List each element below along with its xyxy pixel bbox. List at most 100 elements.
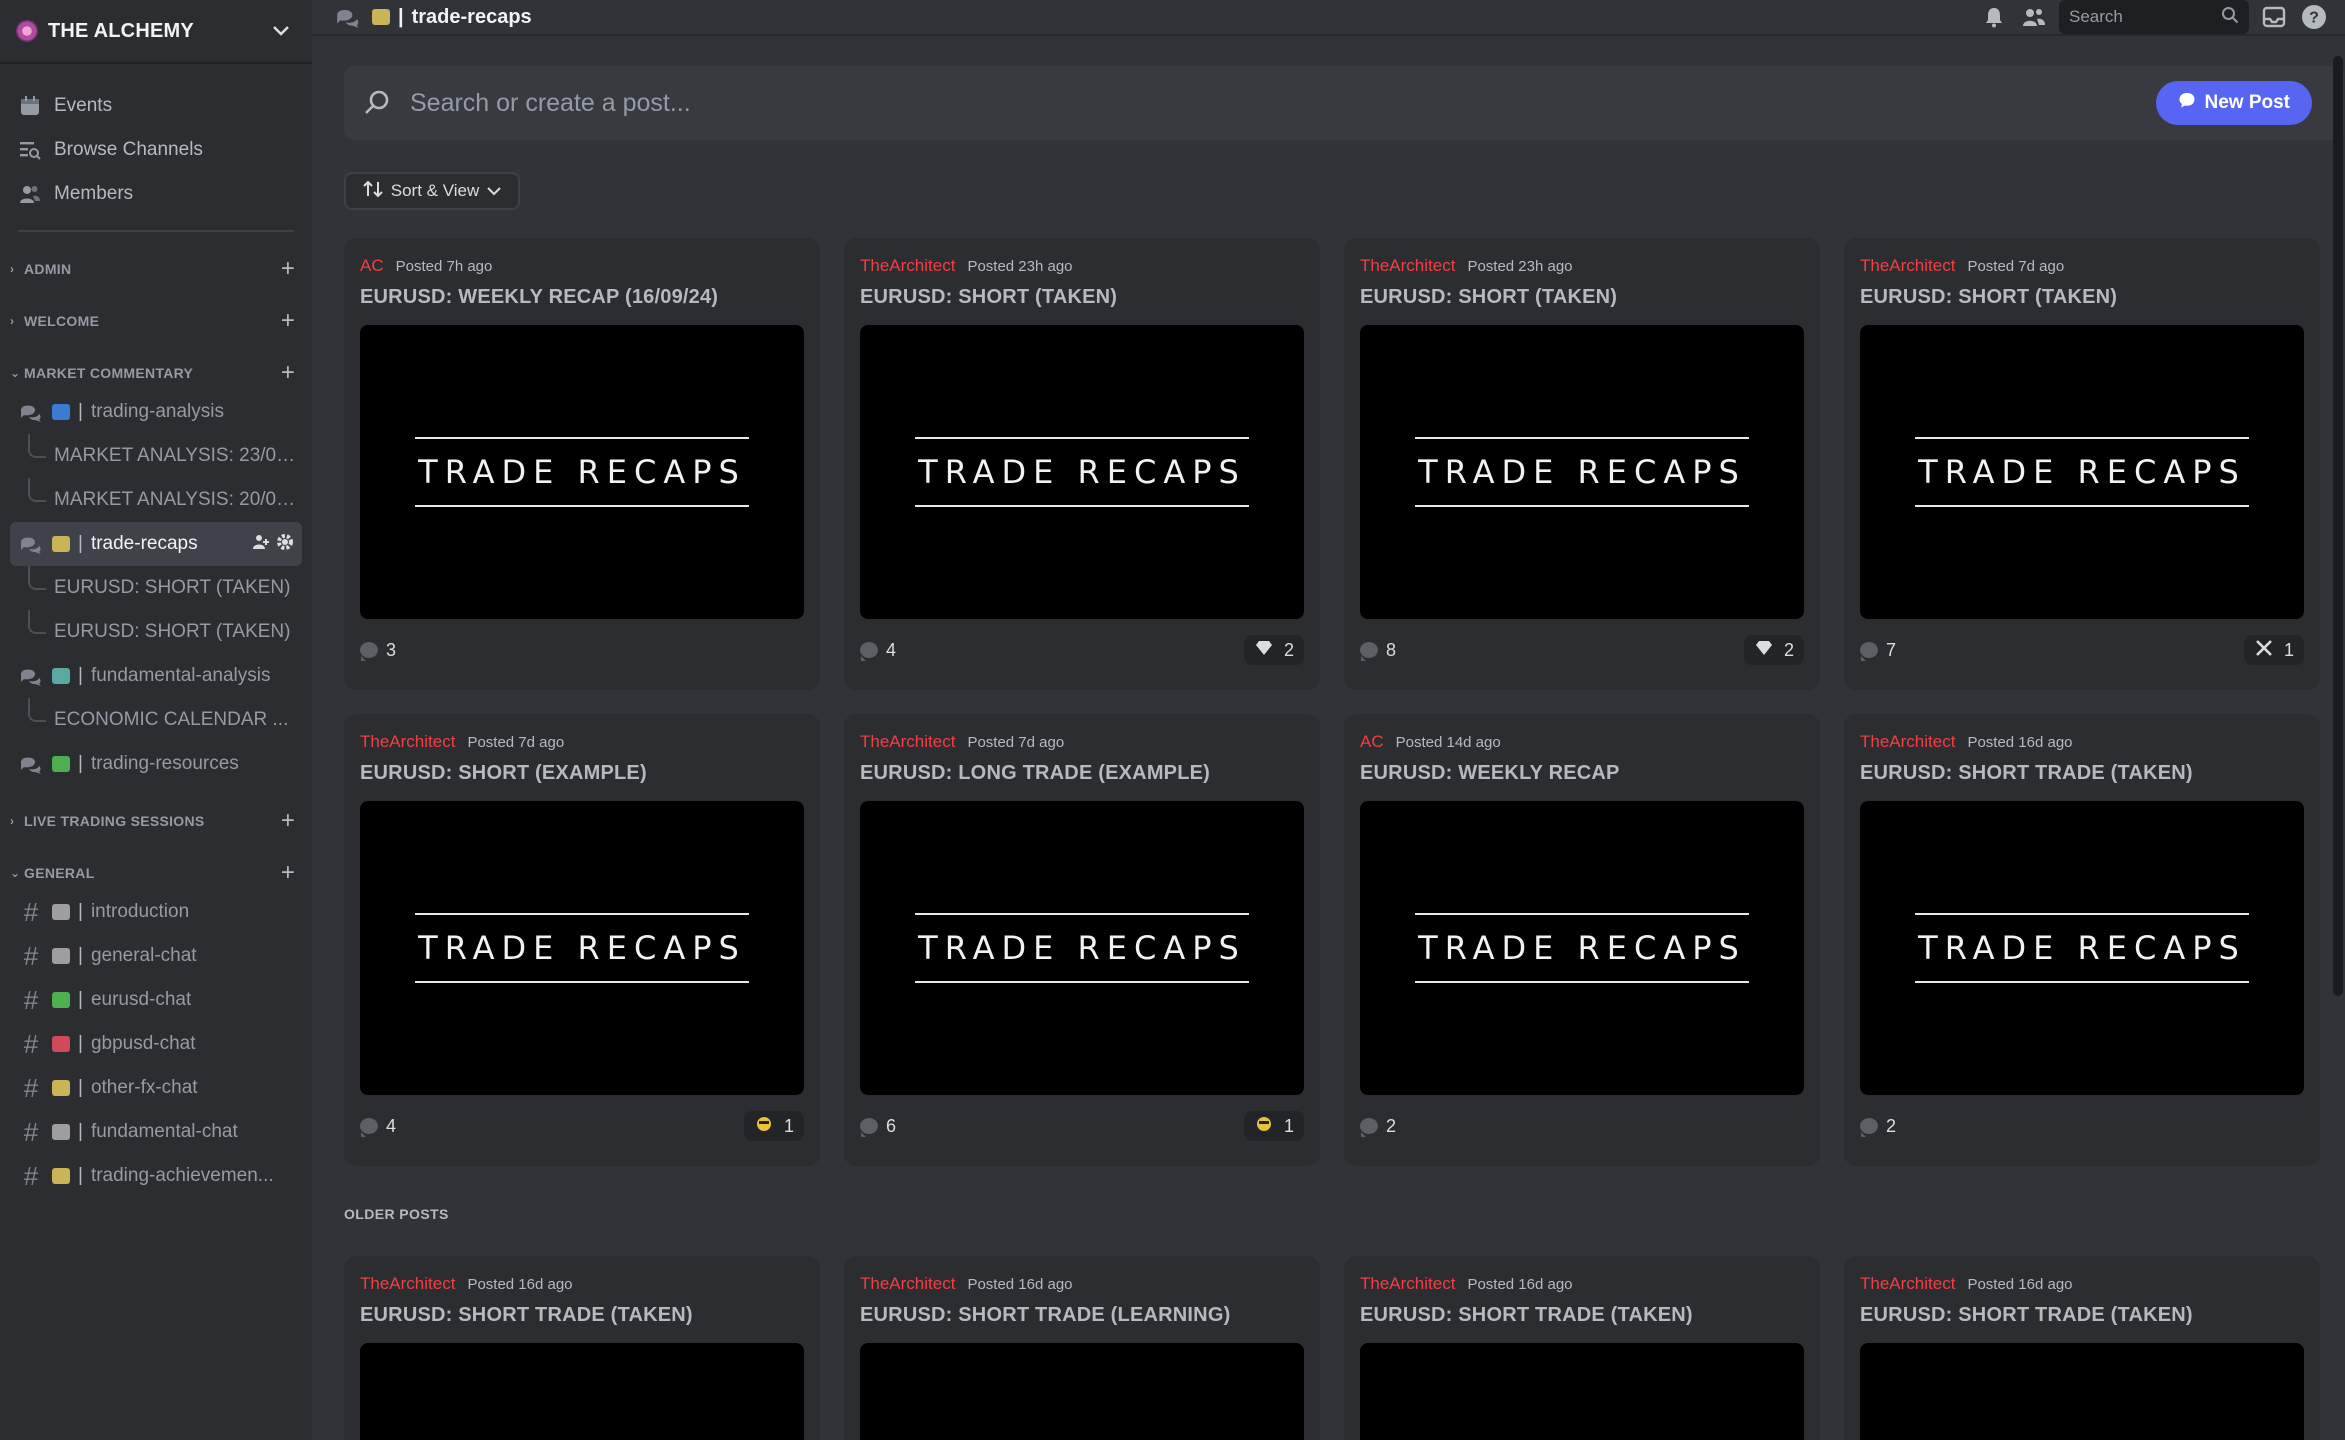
add-member-icon[interactable] [252, 533, 270, 556]
channel-gbpusd-chat[interactable]: # | gbpusd-chat [10, 1022, 302, 1066]
channel-trading-resources[interactable]: | trading-resources [10, 742, 302, 786]
chart-emoji-icon [52, 404, 70, 420]
gear-icon[interactable] [276, 533, 294, 556]
category-general[interactable]: ⌄ GENERAL + [10, 856, 302, 890]
add-channel-icon[interactable]: + [274, 859, 302, 887]
channel-general-chat[interactable]: # | general-chat [10, 934, 302, 978]
post-time: Posted 16d ago [1967, 734, 2073, 751]
post-card[interactable]: TheArchitect Posted 23h ago EURUSD: SHOR… [844, 238, 1320, 690]
add-channel-icon[interactable]: + [274, 255, 302, 283]
inbox-icon[interactable] [2259, 2, 2289, 32]
category-market-commentary[interactable]: ⌄ MARKET COMMENTARY + [10, 356, 302, 390]
reaction-button[interactable]: 1 [1243, 1111, 1304, 1141]
thumbnail-text: TRADE RECAPS [1415, 437, 1749, 507]
post-card[interactable]: AC Posted 7h ago EURUSD: WEEKLY RECAP (1… [344, 238, 820, 690]
post-card[interactable]: TheArchitect Posted 16d ago EURUSD: SHOR… [844, 1256, 1320, 1440]
comment-count-value: 4 [886, 639, 897, 660]
channel-introduction[interactable]: # | introduction [10, 890, 302, 934]
post-card[interactable]: TheArchitect Posted 16d ago EURUSD: SHOR… [1344, 1256, 1820, 1440]
post-author[interactable]: TheArchitect [1360, 1274, 1455, 1294]
comment-count: 3 [360, 640, 396, 661]
channel-name: introduction [90, 901, 190, 922]
post-author[interactable]: TheArchitect [860, 256, 955, 276]
calendar-icon [18, 94, 42, 118]
bell-icon[interactable] [1979, 2, 2009, 32]
post-card[interactable]: TheArchitect Posted 16d ago EURUSD: SHOR… [344, 1256, 820, 1440]
thread-item[interactable]: MARKET ANALYSIS: 23/09/24 [10, 434, 302, 478]
scrollbar-thumb[interactable] [2333, 56, 2343, 996]
channel-trading-achievements[interactable]: # | trading-achievemen... [10, 1154, 302, 1198]
chevron-down-icon[interactable] [272, 21, 290, 42]
post-author[interactable]: TheArchitect [1360, 256, 1455, 276]
sidebar-item-label: Members [54, 183, 134, 204]
post-card[interactable]: TheArchitect Posted 23h ago EURUSD: SHOR… [1344, 238, 1820, 690]
sidebar-item-members[interactable]: Members [10, 172, 302, 216]
sidebar-item-browse-channels[interactable]: Browse Channels [10, 128, 302, 172]
sidebar-scroll[interactable]: Events Browse Channels Members › ADMIN + [0, 64, 312, 1198]
post-author[interactable]: TheArchitect [1860, 732, 1955, 752]
money-emoji-icon [52, 1080, 70, 1096]
post-author[interactable]: TheArchitect [1860, 1274, 1955, 1294]
post-search-input[interactable]: Search or create a post... New Post [344, 66, 2344, 140]
post-card[interactable]: TheArchitect Posted 7d ago EURUSD: SHORT… [1844, 238, 2320, 690]
post-author[interactable]: TheArchitect [360, 732, 455, 752]
help-icon[interactable]: ? [2299, 2, 2329, 32]
category-welcome[interactable]: › WELCOME + [10, 304, 302, 338]
post-card[interactable]: TheArchitect Posted 7d ago EURUSD: SHORT… [344, 714, 820, 1166]
forum-icon [334, 3, 362, 31]
hash-icon: # [23, 984, 39, 1015]
header-search-input[interactable]: Search [2059, 0, 2249, 34]
sidebar-item-label: Browse Channels [54, 139, 203, 160]
post-card[interactable]: TheArchitect Posted 16d ago EURUSD: SHOR… [1844, 714, 2320, 1166]
comment-count: 2 [1360, 1116, 1396, 1137]
face-emoji-icon [754, 1115, 774, 1138]
channel-fundamental-analysis[interactable]: | fundamental-analysis [10, 654, 302, 698]
channel-fundamental-chat[interactable]: # | fundamental-chat [10, 1110, 302, 1154]
post-time: Posted 23h ago [1467, 258, 1573, 275]
chat-bubble-icon [2178, 91, 2196, 115]
members-list-icon[interactable] [2019, 2, 2049, 32]
reaction-button[interactable]: 1 [743, 1111, 804, 1141]
post-card[interactable]: AC Posted 14d ago EURUSD: WEEKLY RECAP T… [1344, 714, 1820, 1166]
post-author[interactable]: TheArchitect [1860, 256, 1955, 276]
category-admin[interactable]: › ADMIN + [10, 252, 302, 286]
sort-view-button[interactable]: Sort & View [344, 172, 520, 210]
add-channel-icon[interactable]: + [274, 307, 302, 335]
channel-other-fx-chat[interactable]: # | other-fx-chat [10, 1066, 302, 1110]
thread-item[interactable]: MARKET ANALYSIS: 20/09/24 [10, 478, 302, 522]
post-card[interactable]: TheArchitect Posted 16d ago EURUSD: SHOR… [1844, 1256, 2320, 1440]
older-post-grid: TheArchitect Posted 16d ago EURUSD: SHOR… [344, 1256, 2320, 1440]
reaction-button[interactable]: 2 [1743, 635, 1804, 665]
gem-emoji-icon [1254, 640, 1274, 661]
category-live-trading-sessions[interactable]: › LIVE TRADING SESSIONS + [10, 804, 302, 838]
post-author[interactable]: TheArchitect [860, 1274, 955, 1294]
add-channel-icon[interactable]: + [274, 807, 302, 835]
add-channel-icon[interactable]: + [274, 359, 302, 387]
chevron-right-icon: › [10, 314, 15, 328]
post-card[interactable]: TheArchitect Posted 7d ago EURUSD: LONG … [844, 714, 1320, 1166]
post-title: EURUSD: SHORT (TAKEN) [1860, 286, 2118, 308]
post-thumbnail: TRADE RECAPS [1360, 325, 1804, 619]
sidebar-item-events[interactable]: Events [10, 84, 302, 128]
post-author[interactable]: TheArchitect [860, 732, 955, 752]
post-author[interactable]: TheArchitect [360, 1274, 455, 1294]
reaction-button[interactable]: 1 [2243, 635, 2304, 665]
thread-item[interactable]: ECONOMIC CALENDAR ... [10, 698, 302, 742]
post-thumbnail: TRADE RECAPS [1860, 1343, 2304, 1440]
server-header[interactable]: THE ALCHEMY [0, 0, 312, 64]
thread-item[interactable]: EURUSD: SHORT (TAKEN) [10, 610, 302, 654]
reaction-button[interactable]: 2 [1243, 635, 1304, 665]
post-author[interactable]: AC [360, 256, 384, 276]
comment-icon [1360, 1118, 1378, 1137]
post-title: EURUSD: LONG TRADE (EXAMPLE) [860, 762, 1211, 784]
channel-eurusd-chat[interactable]: # | eurusd-chat [10, 978, 302, 1022]
channel-trading-analysis[interactable]: | trading-analysis [10, 390, 302, 434]
post-meta: AC Posted 14d ago [1360, 732, 1804, 752]
post-author[interactable]: AC [1360, 732, 1384, 752]
channel-trade-recaps[interactable]: | trade-recaps [10, 522, 302, 566]
scrollbar[interactable] [2331, 56, 2345, 1036]
thread-item[interactable]: EURUSD: SHORT (TAKEN) [10, 566, 302, 610]
forum-content[interactable]: Search or create a post... New Post Sort… [312, 36, 2345, 1440]
hash-icon: # [23, 1028, 39, 1059]
new-post-button[interactable]: New Post [2156, 81, 2312, 125]
